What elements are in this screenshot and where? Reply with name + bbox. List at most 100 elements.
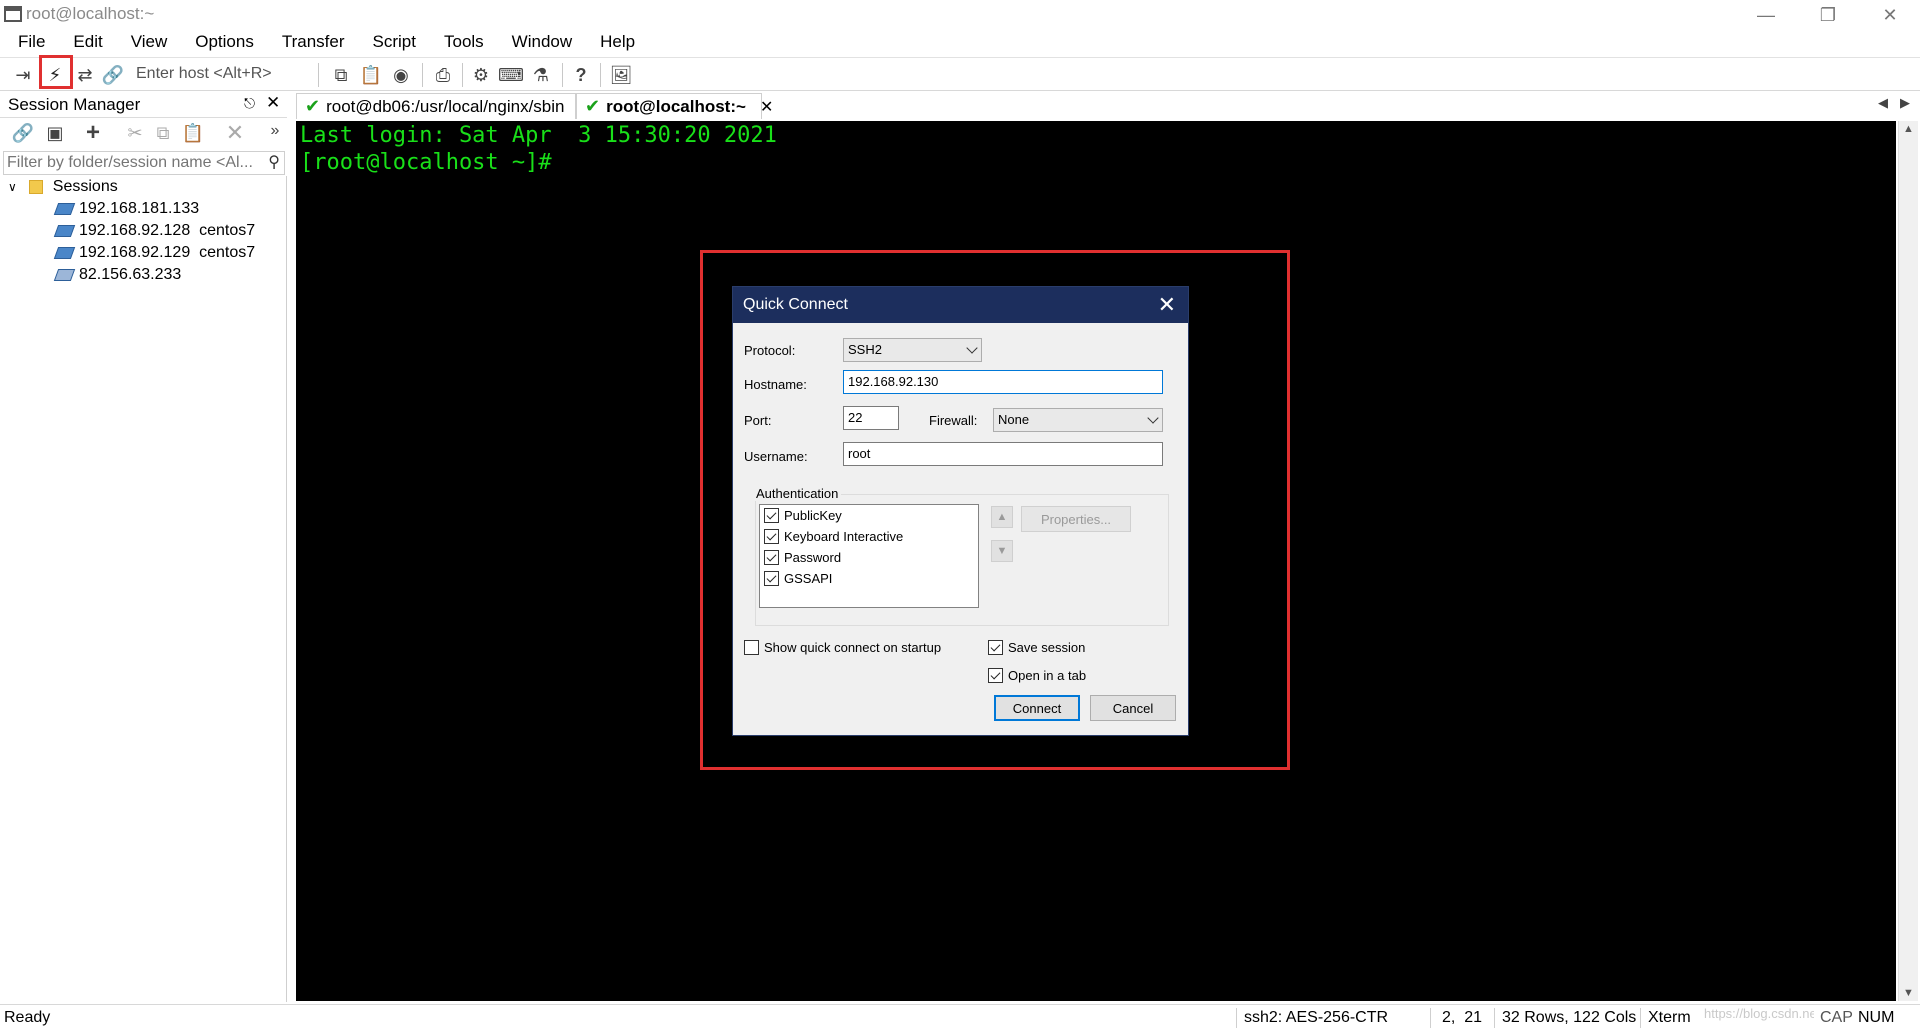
help-icon[interactable]: ? <box>568 62 594 88</box>
find-icon[interactable]: ◉ <box>388 62 414 88</box>
checkbox[interactable] <box>764 508 779 523</box>
hostname-value: 192.168.92.130 <box>848 374 939 389</box>
search-icon[interactable]: ⚲ <box>268 152 280 172</box>
move-down-button[interactable]: ▼ <box>991 540 1013 562</box>
paste-icon[interactable]: 📋 <box>358 62 384 88</box>
checkbox[interactable] <box>988 640 1003 655</box>
auth-gssapi-option[interactable]: GSSAPI <box>764 571 832 586</box>
dropdown-arrow-icon <box>966 342 978 354</box>
sessions-folder[interactable]: ∨ Sessions <box>8 176 118 198</box>
copy-icon[interactable]: ⧉ <box>328 62 354 88</box>
auth-method-label: Password <box>784 550 842 565</box>
properties-button[interactable]: Properties... <box>1021 506 1131 532</box>
session-tab-bar: ✔ root@db06:/usr/local/nginx/sbin ✔ root… <box>290 92 1920 119</box>
cancel-button[interactable]: Cancel <box>1090 695 1176 721</box>
close-window-button[interactable]: ✕ <box>1862 0 1918 30</box>
checkbox[interactable] <box>764 571 779 586</box>
menu-window[interactable]: Window <box>494 30 582 57</box>
tab-localhost[interactable]: ✔ root@localhost:~ ✕ <box>576 93 773 119</box>
tab-db06[interactable]: ✔ root@db06:/usr/local/nginx/sbin <box>296 93 576 119</box>
dialog-title: Quick Connect <box>743 296 848 313</box>
open-in-tab-option[interactable]: Open in a tab <box>988 668 1086 683</box>
paste-session-icon[interactable]: 📋 <box>180 120 206 146</box>
delete-icon[interactable]: ✕ <box>222 120 248 146</box>
cut-icon[interactable]: ✂ <box>122 120 148 146</box>
session-filter[interactable]: ⚲ <box>3 151 285 175</box>
menu-help[interactable]: Help <box>582 30 645 57</box>
toolbar-separator <box>562 63 563 87</box>
session-filter-input[interactable] <box>4 152 254 174</box>
auth-keyboard-option[interactable]: Keyboard Interactive <box>764 529 903 544</box>
session-item[interactable]: 82.156.63.233 <box>53 264 182 286</box>
enter-host-field[interactable]: Enter host <Alt+R> <box>136 65 272 83</box>
menu-script[interactable]: Script <box>355 30 426 57</box>
connect-session-icon[interactable]: 🔗 <box>10 120 36 146</box>
session-item[interactable]: 192.168.92.129 centos7 <box>53 242 255 264</box>
settings-gear-icon[interactable]: ⚙ <box>468 62 494 88</box>
auth-publickey-option[interactable]: PublicKey <box>764 508 842 523</box>
status-separator <box>1430 1008 1431 1028</box>
tab-scroll-left-icon[interactable]: ◀ <box>1878 95 1888 111</box>
close-pane-icon[interactable]: ✕ <box>266 93 280 113</box>
checkbox[interactable] <box>988 668 1003 683</box>
dialog-title-bar: Quick Connect ✕ <box>733 287 1188 323</box>
menu-tools[interactable]: Tools <box>426 30 494 57</box>
quick-connect-highlight <box>39 55 73 89</box>
auth-methods-list[interactable]: PublicKey Keyboard Interactive Password … <box>759 504 979 608</box>
session-label: 82.156.63.233 <box>79 266 182 283</box>
pin-icon[interactable]: ⎋ <box>244 95 255 112</box>
tab-scroll-right-icon[interactable]: ▶ <box>1900 95 1910 111</box>
session-manager-title: Session Manager <box>8 95 141 114</box>
auth-password-option[interactable]: Password <box>764 550 841 565</box>
username-input[interactable]: root <box>843 442 1163 466</box>
key-agent-icon[interactable]: ⚗ <box>528 62 554 88</box>
keymap-icon[interactable]: ⌨ <box>498 62 524 88</box>
show-on-startup-option[interactable]: Show quick connect on startup <box>744 640 941 655</box>
copy-session-icon[interactable]: ⧉ <box>150 120 176 146</box>
menu-options[interactable]: Options <box>177 30 264 57</box>
computer-icon <box>53 203 76 215</box>
session-tree: ∨ Sessions 192.168.181.133 192.168.92.12… <box>0 176 287 1002</box>
minimize-button[interactable]: — <box>1738 0 1794 30</box>
port-input[interactable]: 22 <box>843 406 899 430</box>
about-icon[interactable]: 🖼 <box>608 62 634 88</box>
toolbar-separator <box>422 63 423 87</box>
new-session-icon[interactable]: + <box>80 119 106 146</box>
menu-transfer[interactable]: Transfer <box>264 30 355 57</box>
protocol-select[interactable]: SSH2 <box>843 338 982 362</box>
scroll-down-icon[interactable]: ▼ <box>1903 987 1914 999</box>
more-chevron-icon[interactable]: » <box>262 118 288 144</box>
connect-in-tab-icon[interactable]: ▣ <box>42 120 68 146</box>
move-up-button[interactable]: ▲ <box>991 506 1013 528</box>
close-tab-icon[interactable]: ✕ <box>760 97 773 117</box>
session-item[interactable]: 192.168.92.128 centos7 <box>53 220 255 242</box>
computer-icon <box>53 269 76 281</box>
dialog-close-icon[interactable]: ✕ <box>1158 292 1176 318</box>
firewall-select[interactable]: None <box>993 408 1163 432</box>
chevron-down-icon[interactable]: ∨ <box>8 180 17 194</box>
disconnect-icon[interactable]: 🔗 <box>100 62 126 88</box>
status-separator <box>1494 1008 1495 1028</box>
hostname-input[interactable]: 192.168.92.130 <box>843 370 1163 394</box>
connected-check-icon: ✔ <box>585 96 601 116</box>
main-toolbar: ⇥ ⚡ ⇄ 🔗 Enter host <Alt+R> ⧉ 📋 ◉ ⎙ ⚙ ⌨ ⚗… <box>0 57 1920 91</box>
connect-button[interactable]: Connect <box>994 695 1080 721</box>
scroll-up-icon[interactable]: ▲ <box>1903 123 1914 135</box>
terminal-scrollbar[interactable]: ▲ ▼ <box>1898 121 1918 1001</box>
quick-connect-dialog: Quick Connect ✕ Protocol: SSH2 Hostname:… <box>732 286 1189 736</box>
menu-edit[interactable]: Edit <box>55 30 112 57</box>
checkbox[interactable] <box>764 550 779 565</box>
restore-button[interactable]: ❐ <box>1800 0 1856 30</box>
menu-file[interactable]: File <box>0 30 55 57</box>
connect-in-session-manager-icon[interactable]: ⇥ <box>10 62 36 88</box>
toolbar-separator <box>318 63 319 87</box>
menu-view[interactable]: View <box>113 30 178 57</box>
status-separator <box>1640 1008 1641 1028</box>
reconnect-icon[interactable]: ⇄ <box>72 62 98 88</box>
save-session-option[interactable]: Save session <box>988 640 1085 655</box>
session-item[interactable]: 192.168.181.133 <box>53 198 199 220</box>
checkbox[interactable] <box>744 640 759 655</box>
checkbox[interactable] <box>764 529 779 544</box>
save-session-label: Save session <box>1008 640 1086 655</box>
print-icon[interactable]: ⎙ <box>430 62 456 88</box>
